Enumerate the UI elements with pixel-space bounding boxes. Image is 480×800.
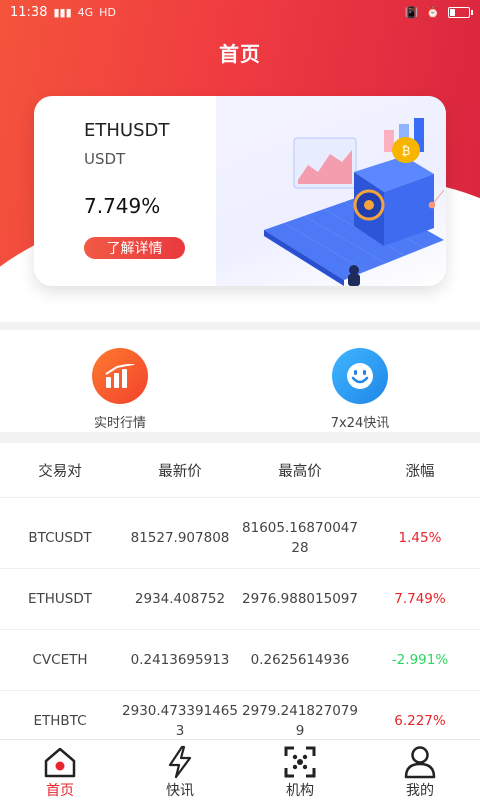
shortcut-label: 实时行情 xyxy=(93,416,146,431)
page-title: 首页 xyxy=(219,42,261,66)
bar-chart-icon xyxy=(92,348,148,404)
svg-text:₿: ₿ xyxy=(402,144,411,158)
row-last-price: 0.2413695913 xyxy=(130,652,230,668)
safe-illustration-icon: ₿ xyxy=(264,118,444,286)
hd-label: HD xyxy=(99,5,116,19)
network-label: 4G xyxy=(77,5,94,19)
signal-icon: ▮▮▮ xyxy=(53,5,72,19)
row-change: 6.227% xyxy=(394,713,446,729)
row-pair: BTCUSDT xyxy=(28,530,92,546)
market-table-header: 交易对 最新价 最高价 涨幅 xyxy=(0,446,480,498)
card-quote-currency: USDT xyxy=(84,150,126,168)
row-last-price: 2934.408752 xyxy=(134,591,226,607)
row-change: -2.991% xyxy=(391,652,449,668)
nav-item-news[interactable]: 快讯 xyxy=(120,740,240,800)
shortcut-7x24-news[interactable]: 7x24快讯 xyxy=(290,348,430,431)
home-icon xyxy=(42,744,78,779)
row-pair: ETHUSDT xyxy=(27,591,93,607)
feature-card[interactable]: ETHUSDT USDT 7.749% 了解详情 ₿ xyxy=(34,96,446,286)
shortcut-realtime-quotes[interactable]: 实时行情 xyxy=(50,348,190,431)
header-pair: 交易对 xyxy=(38,463,82,480)
row-high-price: 0.2625614936 xyxy=(250,652,350,668)
section-divider xyxy=(0,322,480,330)
shortcut-label: 7x24快讯 xyxy=(330,416,390,431)
nav-label: 机构 xyxy=(286,783,314,799)
table-row[interactable]: CVCETH 0.2413695913 0.2625614936 -2.991% xyxy=(0,630,480,691)
card-change-value: 7.749% xyxy=(84,194,161,218)
person-icon xyxy=(402,744,438,779)
alarm-icon: ⏰ xyxy=(426,5,440,19)
row-high-price: 81605.16870047 28 xyxy=(242,520,358,556)
row-pair: ETHBTC xyxy=(33,713,87,729)
header-last-price: 最新价 xyxy=(158,463,202,480)
row-high-price: 2979.241827079 9 xyxy=(242,703,358,739)
header-change: 涨幅 xyxy=(405,463,435,480)
nav-item-home[interactable]: 首页 xyxy=(0,740,120,800)
battery-icon xyxy=(448,6,473,18)
bottom-nav: 首页 快讯 机构 我的 xyxy=(0,739,480,800)
card-symbol: ETHUSDT xyxy=(84,120,170,141)
nav-item-profile[interactable]: 我的 xyxy=(360,740,480,800)
status-bar: 11:38 ▮▮▮ 4G HD 📳 ⏰ xyxy=(0,0,480,24)
row-change: 1.45% xyxy=(398,530,442,546)
header-high-price: 最高价 xyxy=(278,463,322,480)
table-row[interactable]: ETHUSDT 2934.408752 2976.988015097 7.749… xyxy=(0,569,480,630)
status-time: 11:38 xyxy=(10,4,48,20)
row-last-price: 81527.907808 xyxy=(130,530,230,546)
nav-label: 快讯 xyxy=(166,783,194,799)
section-divider xyxy=(0,432,480,443)
row-high-price: 2976.988015097 xyxy=(242,591,358,607)
nav-label: 首页 xyxy=(46,783,74,799)
lightning-icon xyxy=(162,744,198,779)
row-pair: CVCETH xyxy=(32,652,88,668)
nav-item-institution[interactable]: 机构 xyxy=(240,740,360,800)
nav-label: 我的 xyxy=(406,783,434,799)
vibrate-icon: 📳 xyxy=(404,5,419,19)
row-change: 7.749% xyxy=(394,591,446,607)
learn-more-button[interactable]: 了解详情 xyxy=(84,237,185,259)
smiley-icon xyxy=(332,348,388,404)
scan-icon xyxy=(282,744,318,779)
table-row[interactable]: BTCUSDT 81527.907808 81605.16870047 28 1… xyxy=(0,508,480,569)
row-last-price: 2930.473391465 3 xyxy=(122,703,238,739)
